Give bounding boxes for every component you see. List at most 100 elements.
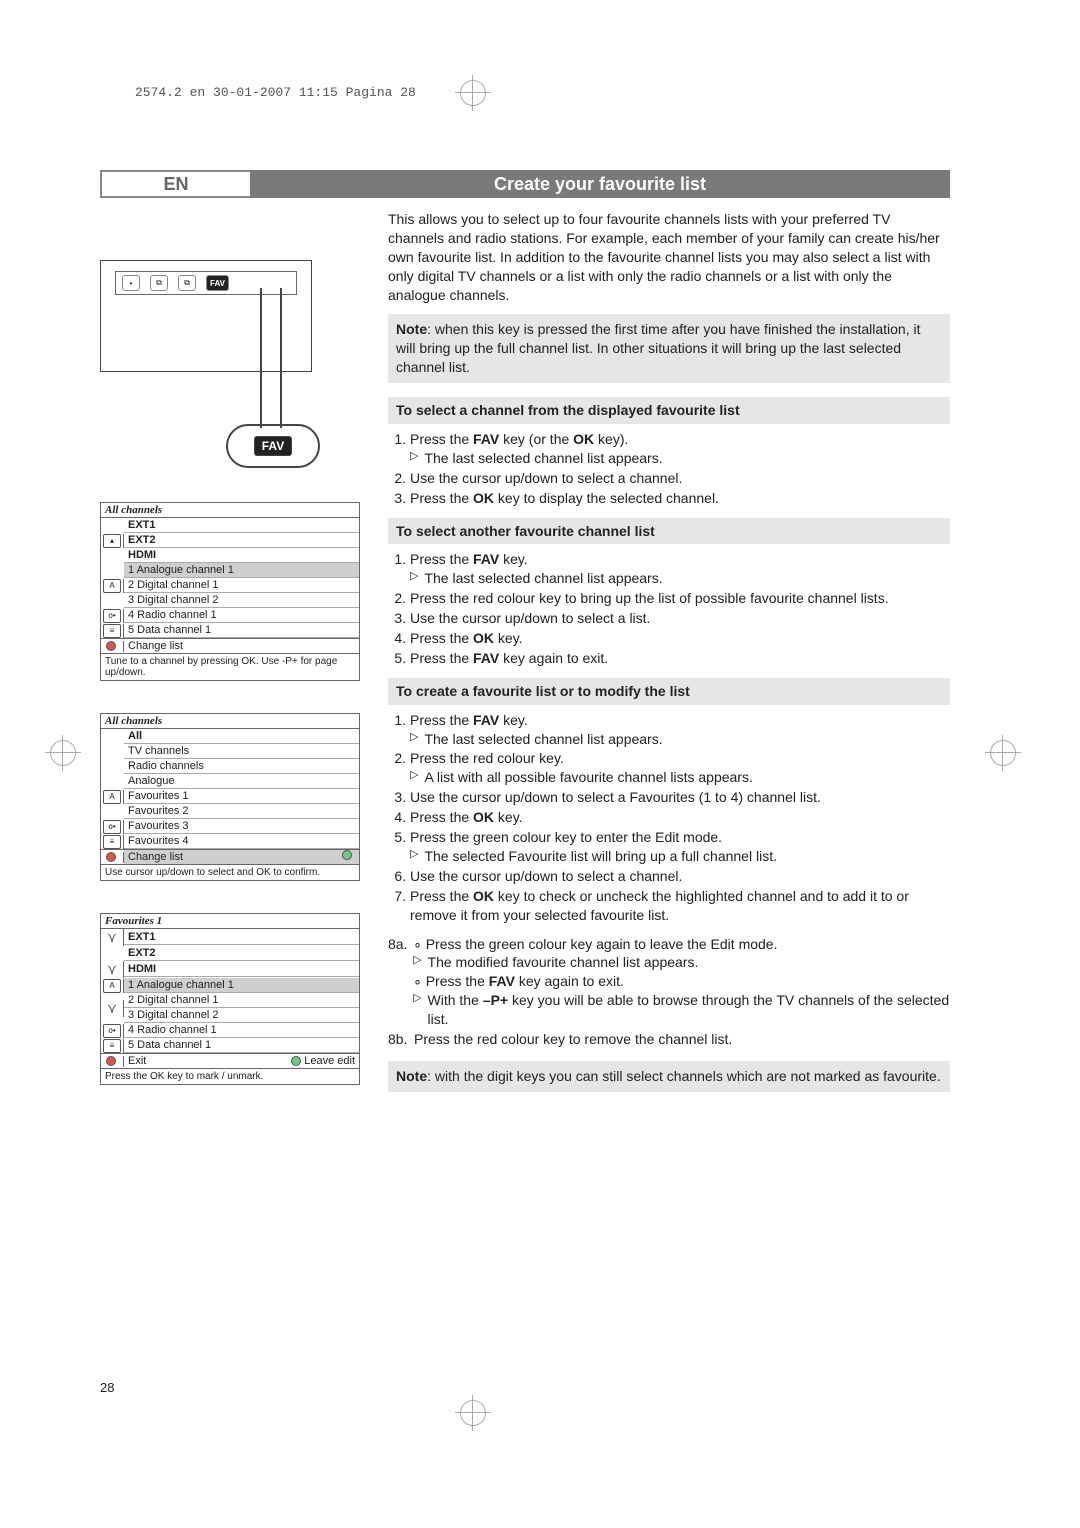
panel-footer: Press the OK key to mark / unmark.	[101, 1068, 359, 1084]
step: Use the cursor up/down to select a Favou…	[410, 788, 950, 807]
scroll-up-icon: ▴	[103, 534, 121, 548]
list-item: 5 Data channel 1	[124, 1038, 359, 1053]
antenna-icon: A	[103, 790, 121, 804]
check-icon: ⋎	[107, 961, 117, 977]
list-item: Favourites 3	[124, 819, 359, 834]
registration-mark-left	[50, 740, 76, 766]
print-slug: 2574.2 en 30-01-2007 11:15 Pagina 28	[135, 85, 416, 100]
section-heading: To create a favourite list or to modify …	[388, 678, 950, 705]
step: Use the cursor up/down to select a chann…	[410, 867, 950, 886]
teletext-icon: ≡	[103, 1039, 121, 1053]
remote-btn-icon: ⧉	[150, 275, 168, 291]
panel-header: All channels	[101, 714, 359, 729]
step: Use the cursor up/down to select a list.	[410, 609, 950, 628]
step: Press the OK key to check or uncheck the…	[410, 887, 950, 925]
remote-btn-icon: ⧉	[178, 275, 196, 291]
list-item: Radio channels	[124, 759, 359, 774]
radio-icon: o•	[103, 820, 121, 834]
list-item: All	[124, 729, 359, 744]
substep: With the –P+ key you will be able to bro…	[428, 991, 950, 1029]
radio-icon: o•	[103, 1024, 121, 1038]
registration-mark-right	[990, 740, 1016, 766]
list-item: 3 Digital channel 2	[124, 593, 359, 608]
antenna-icon: A	[103, 579, 121, 593]
intro-paragraph: This allows you to select up to four fav…	[388, 210, 950, 304]
remote-illustration: • ⧉ ⧉ FAV FAV	[100, 260, 360, 470]
procedure-list: Press the FAV key (or the OK key). ▷The …	[388, 430, 950, 508]
step: Press the green colour key to enter the …	[410, 828, 950, 866]
step: Press the FAV key again to exit.	[410, 649, 950, 668]
list-item: 1 Analogue channel 1	[124, 563, 359, 578]
red-dot-icon	[106, 1056, 116, 1066]
substep: The last selected channel list appears.	[424, 449, 662, 468]
substep: The modified favourite channel list appe…	[428, 953, 699, 972]
language-badge: EN	[100, 170, 250, 198]
step-8a: 8a. ∘ Press the green colour key again t…	[388, 935, 950, 1029]
list-item: EXT2	[124, 533, 359, 548]
fav-key-callout: FAV	[226, 424, 320, 468]
procedure-list: Press the FAV key. ▷The last selected ch…	[388, 550, 950, 667]
page-number: 28	[100, 1380, 114, 1395]
dot-icon: •	[122, 275, 140, 291]
fav-cap-icon: FAV	[206, 275, 229, 291]
panel-header: All channels	[101, 503, 359, 518]
change-list-label: Change list	[124, 850, 359, 864]
registration-mark-top	[460, 80, 486, 106]
list-item: 3 Digital channel 2	[124, 1008, 359, 1023]
change-list-label: Change list	[124, 639, 359, 653]
list-item: 5 Data channel 1	[124, 623, 359, 638]
teletext-icon: ≡	[103, 624, 121, 638]
list-item: Favourites 4	[124, 834, 359, 849]
all-channels-filter-panel: All channels All TV channels Radio chann…	[100, 713, 360, 881]
red-dot-icon	[106, 641, 116, 651]
all-channels-panel: All channels ▴ EXT1 EXT2 HDMI A 1 Analog…	[100, 502, 360, 681]
step: Press the OK key to display the selected…	[410, 489, 950, 508]
list-item: HDMI	[124, 962, 359, 977]
list-item: EXT2	[124, 946, 359, 961]
list-item: Analogue	[124, 774, 359, 789]
substep: The selected Favourite list will bring u…	[424, 847, 777, 866]
red-dot-icon	[106, 852, 116, 862]
list-item: Favourites 1	[124, 789, 359, 804]
page-title-bar: EN Create your favourite list	[100, 170, 950, 198]
panel-footer: Use cursor up/down to select and OK to c…	[101, 864, 359, 880]
list-item: 2 Digital channel 1	[124, 578, 359, 593]
check-icon: ⋎	[107, 1000, 117, 1016]
favourites-panel: Favourites 1 ⋎ EXT1 EXT2 ⋎ HDMI A 1 Anal…	[100, 913, 360, 1085]
procedure-list: Press the FAV key. ▷The last selected ch…	[388, 711, 950, 925]
antenna-icon: A	[103, 979, 121, 993]
list-item: EXT1	[124, 518, 359, 533]
teletext-icon: ≡	[103, 835, 121, 849]
substep: A list with all possible favourite chann…	[424, 768, 752, 787]
substep: The last selected channel list appears.	[424, 730, 662, 749]
panel-footer: Tune to a channel by pressing OK. Use -P…	[101, 653, 359, 680]
step-8b: 8b. Press the red colour key to remove t…	[388, 1030, 950, 1049]
list-item: 4 Radio channel 1	[124, 608, 359, 623]
section-heading: To select another favourite channel list	[388, 518, 950, 545]
panel-actions: ExitLeave edit	[124, 1054, 359, 1068]
list-item: Favourites 2	[124, 804, 359, 819]
fav-key-label: FAV	[254, 436, 292, 456]
step: Press the FAV key. ▷The last selected ch…	[410, 550, 950, 588]
step: Press the FAV key. ▷The last selected ch…	[410, 711, 950, 749]
substep: The last selected channel list appears.	[424, 569, 662, 588]
step: Use the cursor up/down to select a chann…	[410, 469, 950, 488]
note-box: Note: with the digit keys you can still …	[388, 1061, 950, 1092]
green-dot-icon	[291, 1056, 301, 1066]
step: Press the red colour key. ▷A list with a…	[410, 749, 950, 787]
section-heading: To select a channel from the displayed f…	[388, 397, 950, 424]
step: Press the red colour key to bring up the…	[410, 589, 950, 608]
list-item: 4 Radio channel 1	[124, 1023, 359, 1038]
step: Press the FAV key (or the OK key). ▷The …	[410, 430, 950, 468]
list-item: 1 Analogue channel 1	[124, 978, 359, 993]
panel-header: Favourites 1	[101, 914, 359, 929]
radio-icon: o•	[103, 609, 121, 623]
note-box: Note: when this key is pressed the first…	[388, 314, 950, 383]
page-title: Create your favourite list	[250, 170, 950, 198]
list-item: 2 Digital channel 1	[124, 993, 359, 1008]
step: Press the OK key.	[410, 808, 950, 827]
step: Press the OK key.	[410, 629, 950, 648]
green-dot-icon	[342, 850, 352, 860]
list-item: TV channels	[124, 744, 359, 759]
registration-mark-bottom	[460, 1400, 486, 1426]
